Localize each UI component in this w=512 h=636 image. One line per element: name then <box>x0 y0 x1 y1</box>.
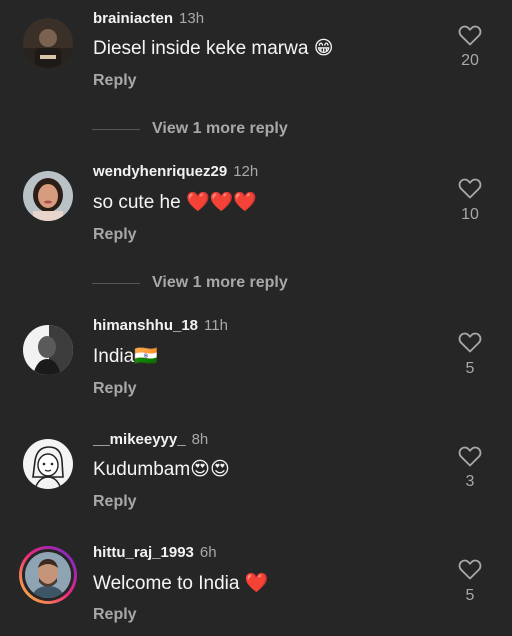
comment-text: Welcome to India ❤️ <box>93 573 269 594</box>
username[interactable]: __mikeeyyy_ <box>93 431 186 448</box>
reply-button[interactable]: Reply <box>93 605 137 625</box>
comment-list: brainiacten 13h Diesel inside keke marwa … <box>0 0 512 636</box>
avatar[interactable] <box>23 171 73 221</box>
avatar-story-ring[interactable] <box>19 546 77 604</box>
like-count: 3 <box>465 473 475 490</box>
heart-outline-icon <box>458 446 482 467</box>
username[interactable]: himanshhu_18 <box>93 317 198 334</box>
comment-meta: himanshhu_18 11h <box>93 317 228 335</box>
timestamp: 12h <box>233 163 259 180</box>
reply-button[interactable]: Reply <box>93 379 137 399</box>
like-count: 10 <box>461 206 479 223</box>
heart-outline-icon <box>458 332 482 353</box>
comment-text: so cute he ❤️❤️❤️ <box>93 192 257 213</box>
timestamp: 13h <box>179 10 205 27</box>
like-button[interactable] <box>456 558 484 580</box>
heart-outline-icon <box>458 559 482 580</box>
avatar <box>25 552 71 598</box>
comment-text: Kudumbam😍😍 <box>93 459 230 480</box>
like-button[interactable] <box>456 24 484 46</box>
heart-outline-icon <box>458 178 482 199</box>
comment-meta: hittu_raj_1993 6h <box>93 544 217 562</box>
timestamp: 11h <box>204 317 228 334</box>
reply-button[interactable]: Reply <box>93 225 137 245</box>
comment-text: India🇮🇳 <box>93 346 158 367</box>
like-button[interactable] <box>456 331 484 353</box>
comment-text: Diesel inside keke marwa 😁 <box>93 38 334 59</box>
heart-outline-icon <box>458 25 482 46</box>
view-more-label: View 1 more reply <box>152 120 288 137</box>
reply-button[interactable]: Reply <box>93 492 137 512</box>
username[interactable]: hittu_raj_1993 <box>93 544 194 561</box>
like-button[interactable] <box>456 177 484 199</box>
divider-line <box>92 283 140 284</box>
avatar[interactable] <box>23 325 73 375</box>
timestamp: 8h <box>191 431 209 448</box>
reply-button[interactable]: Reply <box>93 71 137 91</box>
timestamp: 6h <box>199 544 217 561</box>
comment-meta: __mikeeyyy_ 8h <box>93 431 208 449</box>
comment-meta: brainiacten 13h <box>93 10 204 28</box>
like-count: 20 <box>461 52 479 69</box>
like-button[interactable] <box>456 445 484 467</box>
username[interactable]: brainiacten <box>93 10 173 27</box>
comment-meta: wendyhenriquez29 12h <box>93 163 258 181</box>
avatar-ring-gap <box>22 549 74 601</box>
view-more-label: View 1 more reply <box>152 274 288 291</box>
like-count: 5 <box>465 360 475 377</box>
divider-line <box>92 129 140 130</box>
avatar[interactable] <box>23 439 73 489</box>
avatar[interactable] <box>23 18 73 68</box>
username[interactable]: wendyhenriquez29 <box>93 163 227 180</box>
like-count: 5 <box>465 587 475 604</box>
